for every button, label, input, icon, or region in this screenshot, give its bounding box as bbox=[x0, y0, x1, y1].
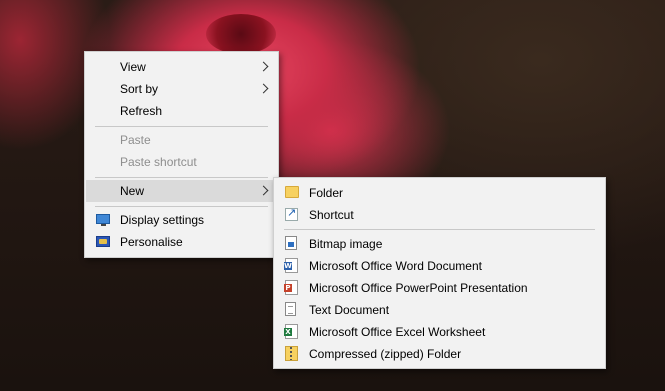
menu-item-paste-shortcut[interactable]: Paste shortcut bbox=[86, 151, 277, 173]
chevron-right-icon bbox=[258, 61, 269, 72]
submenu-item-label: Compressed (zipped) Folder bbox=[309, 347, 462, 361]
submenu-item-powerpoint-presentation[interactable]: Microsoft Office PowerPoint Presentation bbox=[275, 277, 604, 299]
menu-item-label: Paste bbox=[120, 133, 151, 147]
menu-item-label: New bbox=[120, 184, 145, 198]
word-document-icon bbox=[284, 258, 298, 273]
text-document-icon bbox=[285, 302, 296, 316]
menu-item-sort-by[interactable]: Sort by bbox=[86, 78, 277, 100]
menu-separator bbox=[95, 126, 268, 127]
submenu-item-label: Folder bbox=[309, 186, 344, 200]
shortcut-icon bbox=[285, 206, 298, 221]
submenu-item-label: Text Document bbox=[309, 303, 390, 317]
menu-item-paste[interactable]: Paste bbox=[86, 129, 277, 151]
submenu-item-text-document[interactable]: Text Document bbox=[275, 299, 604, 321]
menu-item-view[interactable]: View bbox=[86, 56, 277, 78]
submenu-item-label: Microsoft Office Excel Worksheet bbox=[309, 325, 486, 339]
new-submenu: Folder Shortcut Bitmap image Microsoft O… bbox=[273, 177, 606, 369]
submenu-item-excel-worksheet[interactable]: Microsoft Office Excel Worksheet bbox=[275, 321, 604, 343]
menu-item-label: View bbox=[120, 60, 146, 74]
submenu-item-label: Bitmap image bbox=[309, 237, 383, 251]
powerpoint-presentation-icon bbox=[284, 280, 298, 295]
menu-item-display-settings[interactable]: Display settings bbox=[86, 209, 277, 231]
submenu-item-label: Shortcut bbox=[309, 208, 354, 222]
bitmap-image-icon bbox=[285, 236, 297, 250]
display-settings-icon bbox=[96, 214, 110, 226]
submenu-item-folder[interactable]: Folder bbox=[275, 182, 604, 204]
menu-item-refresh[interactable]: Refresh bbox=[86, 100, 277, 122]
submenu-item-shortcut[interactable]: Shortcut bbox=[275, 204, 604, 226]
desktop-context-menu: View Sort by Refresh Paste Paste shortcu… bbox=[84, 51, 279, 258]
zip-folder-icon bbox=[285, 346, 298, 361]
chevron-right-icon bbox=[258, 83, 269, 94]
submenu-item-label: Microsoft Office PowerPoint Presentation bbox=[309, 281, 528, 295]
chevron-right-icon bbox=[258, 185, 269, 196]
menu-item-label: Sort by bbox=[120, 82, 159, 96]
menu-separator bbox=[95, 206, 268, 207]
submenu-item-word-document[interactable]: Microsoft Office Word Document bbox=[275, 255, 604, 277]
submenu-item-label: Microsoft Office Word Document bbox=[309, 259, 482, 273]
personalise-icon bbox=[96, 236, 110, 247]
wallpaper-flower bbox=[206, 14, 276, 54]
menu-item-label: Paste shortcut bbox=[120, 155, 197, 169]
menu-item-label: Personalise bbox=[120, 235, 183, 249]
folder-icon bbox=[285, 186, 299, 198]
submenu-item-bitmap-image[interactable]: Bitmap image bbox=[275, 233, 604, 255]
menu-item-label: Display settings bbox=[120, 213, 205, 227]
menu-item-new[interactable]: New bbox=[86, 180, 277, 202]
menu-item-label: Refresh bbox=[120, 104, 163, 118]
excel-worksheet-icon bbox=[284, 324, 298, 339]
menu-separator bbox=[284, 229, 595, 230]
submenu-item-zip-folder[interactable]: Compressed (zipped) Folder bbox=[275, 343, 604, 365]
menu-item-personalise[interactable]: Personalise bbox=[86, 231, 277, 253]
menu-separator bbox=[95, 177, 268, 178]
